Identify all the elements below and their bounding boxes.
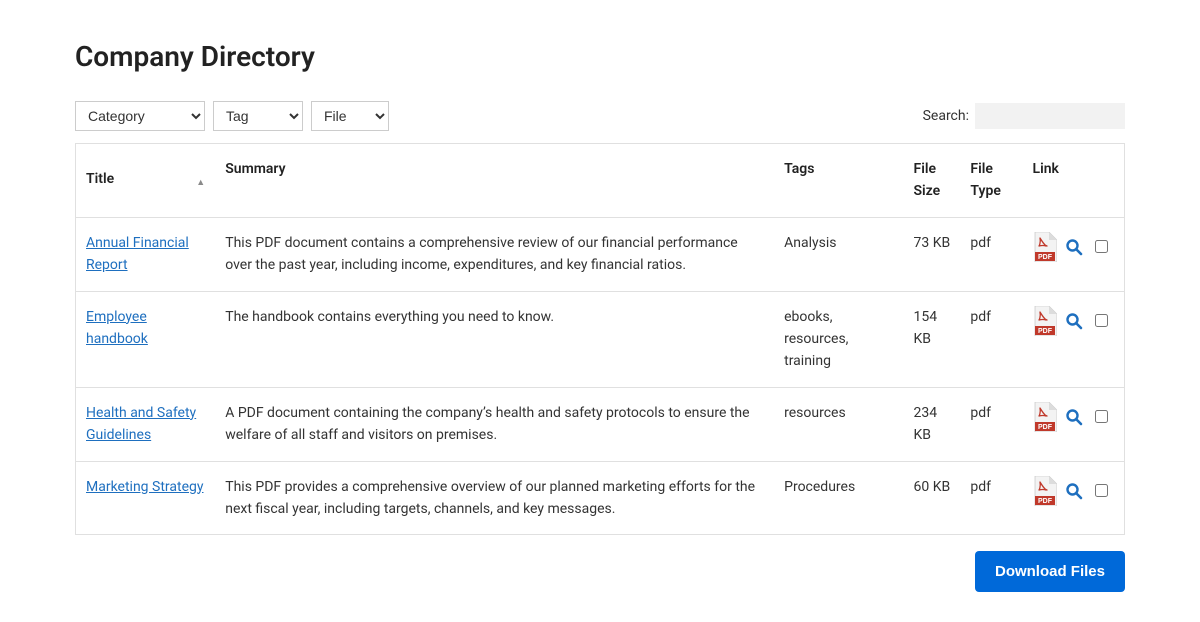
row-tags: ebooks, resources, training [774, 291, 903, 387]
row-summary: A PDF document containing the company’s … [215, 387, 774, 461]
row-select-checkbox[interactable] [1095, 410, 1108, 423]
row-select-checkbox[interactable] [1095, 240, 1108, 253]
row-summary: This PDF provides a comprehensive overvi… [215, 461, 774, 535]
col-header-file-type[interactable]: File Type [960, 144, 1022, 218]
row-title-link[interactable]: Employee handbook [86, 309, 148, 347]
row-file-size: 154 KB [904, 291, 961, 387]
col-header-summary[interactable]: Summary [215, 144, 774, 218]
col-header-link: Link [1023, 144, 1125, 218]
magnify-icon[interactable] [1065, 238, 1083, 256]
filters-row: Category Tag File Ty… Search: [75, 101, 1125, 131]
download-files-button[interactable]: Download Files [975, 551, 1125, 592]
svg-text:PDF: PDF [1038, 328, 1053, 335]
search-label: Search: [923, 108, 969, 124]
col-header-file-size[interactable]: File Size [904, 144, 961, 218]
row-tags: Procedures [774, 461, 903, 535]
row-title-link[interactable]: Marketing Strategy [86, 479, 203, 495]
col-header-title-label: Title [86, 168, 114, 190]
magnify-icon[interactable] [1065, 408, 1083, 426]
directory-table: Title ▲ Summary Tags File Size File Type… [75, 143, 1125, 535]
col-header-title[interactable]: Title ▲ [76, 144, 216, 218]
row-summary: This PDF document contains a comprehensi… [215, 217, 774, 291]
row-file-type: pdf [960, 387, 1022, 461]
page-title: Company Directory [75, 40, 1125, 73]
row-title-link[interactable]: Health and Safety Guidelines [86, 405, 196, 443]
table-row: Annual Financial Report This PDF documen… [76, 217, 1125, 291]
row-file-size: 234 KB [904, 387, 961, 461]
pdf-icon[interactable]: PDF [1033, 306, 1057, 336]
table-row: Marketing Strategy This PDF provides a c… [76, 461, 1125, 535]
svg-text:PDF: PDF [1038, 424, 1053, 431]
row-title-link[interactable]: Annual Financial Report [86, 235, 189, 273]
pdf-icon[interactable]: PDF [1033, 232, 1057, 262]
row-select-checkbox[interactable] [1095, 314, 1108, 327]
table-row: Health and Safety Guidelines A PDF docum… [76, 387, 1125, 461]
search-input[interactable] [975, 103, 1125, 129]
svg-text:PDF: PDF [1038, 498, 1053, 505]
svg-text:PDF: PDF [1038, 254, 1053, 261]
magnify-icon[interactable] [1065, 482, 1083, 500]
row-file-type: pdf [960, 217, 1022, 291]
col-header-tags[interactable]: Tags [774, 144, 903, 218]
table-row: Employee handbook The handbook contains … [76, 291, 1125, 387]
row-file-type: pdf [960, 461, 1022, 535]
row-tags: resources [774, 387, 903, 461]
row-file-type: pdf [960, 291, 1022, 387]
row-summary: The handbook contains everything you nee… [215, 291, 774, 387]
filter-tag[interactable]: Tag [213, 101, 303, 131]
sort-asc-icon: ▲ [196, 176, 205, 190]
pdf-icon[interactable]: PDF [1033, 476, 1057, 506]
row-tags: Analysis [774, 217, 903, 291]
row-file-size: 73 KB [904, 217, 961, 291]
pdf-icon[interactable]: PDF [1033, 402, 1057, 432]
row-select-checkbox[interactable] [1095, 484, 1108, 497]
magnify-icon[interactable] [1065, 312, 1083, 330]
row-file-size: 60 KB [904, 461, 961, 535]
filter-category[interactable]: Category [75, 101, 205, 131]
filter-filetype[interactable]: File Ty… [311, 101, 389, 131]
